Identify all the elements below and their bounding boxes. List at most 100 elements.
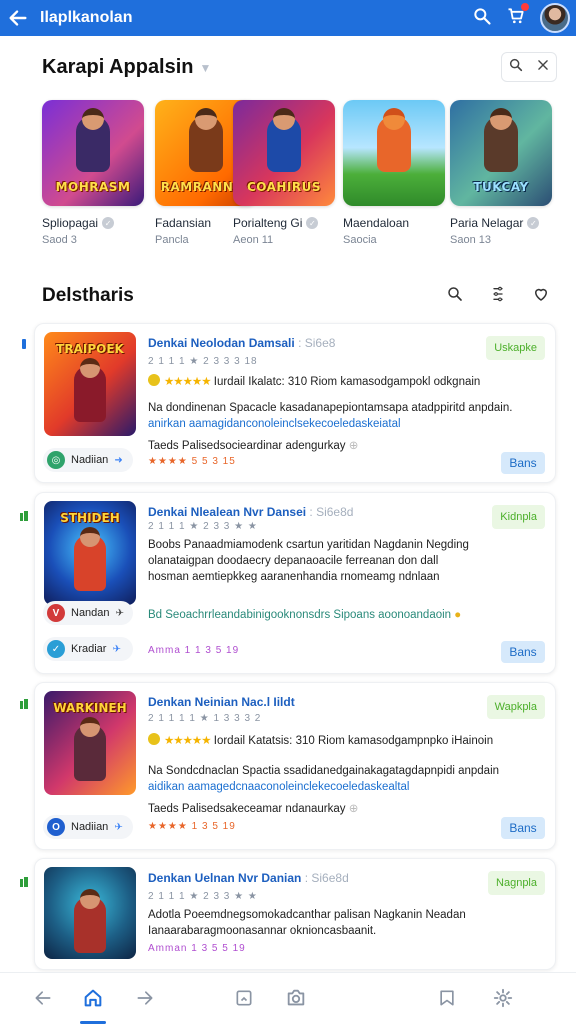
featured-card[interactable]: MOHRASM Spliopagai ✓ Saod 3 — [42, 100, 144, 246]
featured-name: Maendaloan — [343, 216, 410, 230]
close-icon[interactable] — [536, 58, 550, 77]
dev-logo-icon: O — [47, 818, 65, 836]
bottom-nav — [0, 972, 576, 1024]
item-rating-line: ★★★★★ Iurdail Ikalatc: 310 Riom kamasodg… — [148, 374, 548, 388]
game-logo: COAHIRUS — [246, 180, 322, 194]
cart-icon[interactable] — [506, 2, 529, 31]
heart-icon[interactable] — [532, 285, 550, 308]
item-rating-line: ★★★★★ Iordail Katatsis: 310 Riom kamasod… — [148, 733, 548, 747]
get-button[interactable]: Bans — [501, 452, 545, 474]
notification-dot — [521, 2, 529, 11]
item-title[interactable]: Denkai Nlealean Nvr Dansei : Si6e8d — [148, 505, 353, 519]
developer-pill[interactable]: V Nandan ✈ — [43, 601, 133, 625]
dev-logo-icon: ◎ — [47, 451, 65, 469]
game-thumbnail[interactable]: MOHRASM — [42, 100, 144, 206]
camera-icon[interactable] — [285, 987, 307, 1009]
item-desc-link[interactable]: aidikan aamagedcnaaconoleinclekecoeledas… — [148, 781, 548, 793]
item-rating: ★★★★ 1 3 5 19 — [148, 821, 236, 832]
pin-icon — [22, 339, 26, 349]
item-desc: hosman aemtiepkkeg aaranenhandia rnomeam… — [148, 571, 440, 583]
game-thumbnail[interactable]: TUKCAY — [450, 100, 552, 206]
game-thumbnail[interactable] — [343, 100, 445, 206]
list-item[interactable]: STHIDEH Denkai Nlealean Nvr Dansei : Si6… — [34, 492, 556, 674]
featured-card[interactable]: COAHIRUS Porialteng Gi ✓ Aeon 11 — [233, 100, 335, 246]
section-header: Delstharis — [42, 284, 556, 308]
verified-icon: ✓ — [306, 217, 319, 229]
status-badge: Kidnpla — [492, 505, 545, 529]
get-button[interactable]: Bans — [501, 817, 545, 839]
item-desc-link[interactable]: anirkan aamagidanconoleinclsekecoeledask… — [148, 418, 548, 430]
list-item[interactable]: Denkan Uelnan Nvr Danian : Si6e8d 2 1 1 … — [34, 858, 556, 970]
filter-icon[interactable] — [490, 285, 506, 308]
game-logo: MOHRASM — [55, 180, 131, 194]
developer-pill[interactable]: ◎ Nadiian ➜ — [43, 448, 133, 472]
item-meta: 2 1 1 1 ★ 2 3 3 ★ ★ — [148, 891, 258, 902]
status-badge: Wapkpla — [486, 695, 545, 719]
app-bar: Ilaplkanolan — [0, 0, 576, 36]
item-meta: 2 1 1 1 ★ 2 3 3 3 18 — [148, 356, 258, 367]
featured-sub: Aeon 11 — [233, 234, 274, 246]
back-icon[interactable] — [32, 987, 54, 1009]
page-header: Karapi Appalsin ▼ — [42, 52, 556, 82]
status-badge: Uskapke — [486, 336, 545, 360]
page-title: Karapi Appalsin — [42, 55, 194, 78]
featured-name: Spliopagai — [42, 216, 99, 230]
arrow-left-icon — [9, 10, 27, 26]
section-title: Delstharis — [42, 285, 134, 306]
game-thumbnail[interactable]: WARKINEH — [44, 691, 136, 795]
item-rating: Amman 1 3 5 5 19 — [148, 943, 246, 954]
item-title[interactable]: Denkai Neolodan Damsali : Si6e8 — [148, 336, 335, 350]
list-item[interactable]: TRAIPOEK Denkai Neolodan Damsali : Si6e8… — [34, 323, 556, 483]
app-title: Ilaplkanolan — [40, 9, 133, 26]
item-title[interactable]: Denkan Neinian Nac.l Iildt — [148, 695, 295, 709]
verified-icon: ✓ — [102, 217, 115, 229]
bookmark-icon[interactable] — [436, 987, 458, 1009]
featured-name: Paria Nelagar — [450, 216, 524, 230]
item-desc: Na Sondcdnaclan Spactia ssadidanedgainak… — [148, 765, 500, 777]
featured-sub: Saod 3 — [42, 234, 77, 246]
home-icon[interactable] — [82, 987, 104, 1009]
game-logo: WARKINEH — [53, 701, 127, 715]
item-desc: Na dondinenan Spacacle kasadanapepiontam… — [148, 402, 513, 414]
featured-name: Porialteng Gi — [233, 216, 303, 230]
search-icon[interactable] — [446, 285, 464, 308]
avatar[interactable] — [540, 3, 570, 33]
search-icon[interactable] — [508, 57, 524, 78]
game-logo: TUKCAY — [473, 180, 529, 194]
chevron-down-icon[interactable]: ▼ — [200, 61, 212, 75]
item-meta: 2 1 1 1 1 ★ 1 3 3 3 2 — [148, 713, 262, 724]
item-desc: olanataigpan doodaecry depanaoacile ferr… — [148, 555, 439, 567]
game-thumbnail[interactable] — [44, 867, 136, 959]
featured-card[interactable]: Maendaloan Saocia — [343, 100, 445, 246]
game-thumbnail[interactable]: TRAIPOEK — [44, 332, 136, 436]
item-footer-text: Taeds Palisedsakeceamar ndanaurkay ⊕ — [148, 803, 359, 815]
item-rating: Amma 1 1 3 5 19 — [148, 645, 240, 656]
check-badge-icon — [148, 733, 160, 745]
search-icon[interactable] — [472, 6, 492, 31]
search-box[interactable] — [501, 52, 557, 82]
list-item[interactable]: WARKINEH Denkan Neinian Nac.l Iildt 2 1 … — [34, 682, 556, 850]
featured-sub: Saocia — [343, 234, 377, 246]
game-thumbnail[interactable]: STHIDEH — [44, 501, 136, 605]
item-meta: 2 1 1 1 ★ 2 3 3 ★ ★ — [148, 521, 258, 532]
featured-name: Fadansian — [155, 216, 212, 230]
dev-logo-icon: V — [47, 604, 65, 622]
get-button[interactable]: Bans — [501, 641, 545, 663]
item-desc: Ianaarabaragmoonasannar oknioncasbaanit. — [148, 925, 377, 937]
back-button[interactable] — [0, 0, 36, 36]
item-title[interactable]: Denkan Uelnan Nvr Danian : Si6e8d — [148, 871, 349, 885]
featured-row: MOHRASM Spliopagai ✓ Saod 3 RAMRANNAL Fad… — [42, 100, 562, 250]
developer-pill[interactable]: O Nadiian ✈ — [43, 815, 133, 839]
developer-pill[interactable]: ✓ Kradiar ✈ — [43, 637, 133, 661]
featured-card[interactable]: TUKCAY Paria Nelagar ✓ Saon 13 — [450, 100, 552, 246]
item-desc-link[interactable]: Bd Seoachrrleandabinigooknonsdrs Sipoans… — [148, 609, 548, 621]
featured-sub: Saon 13 — [450, 234, 491, 246]
flag-icon — [20, 699, 28, 709]
settings-icon[interactable] — [492, 987, 514, 1009]
library-icon[interactable] — [233, 987, 255, 1009]
game-logo: TRAIPOEK — [56, 342, 124, 356]
status-badge: Nagnpla — [488, 871, 545, 895]
forward-icon[interactable] — [134, 987, 156, 1009]
game-thumbnail[interactable]: COAHIRUS — [233, 100, 335, 206]
item-footer-text: Taeds Palisedsocieardinar adengurkay ⊕ — [148, 440, 359, 452]
